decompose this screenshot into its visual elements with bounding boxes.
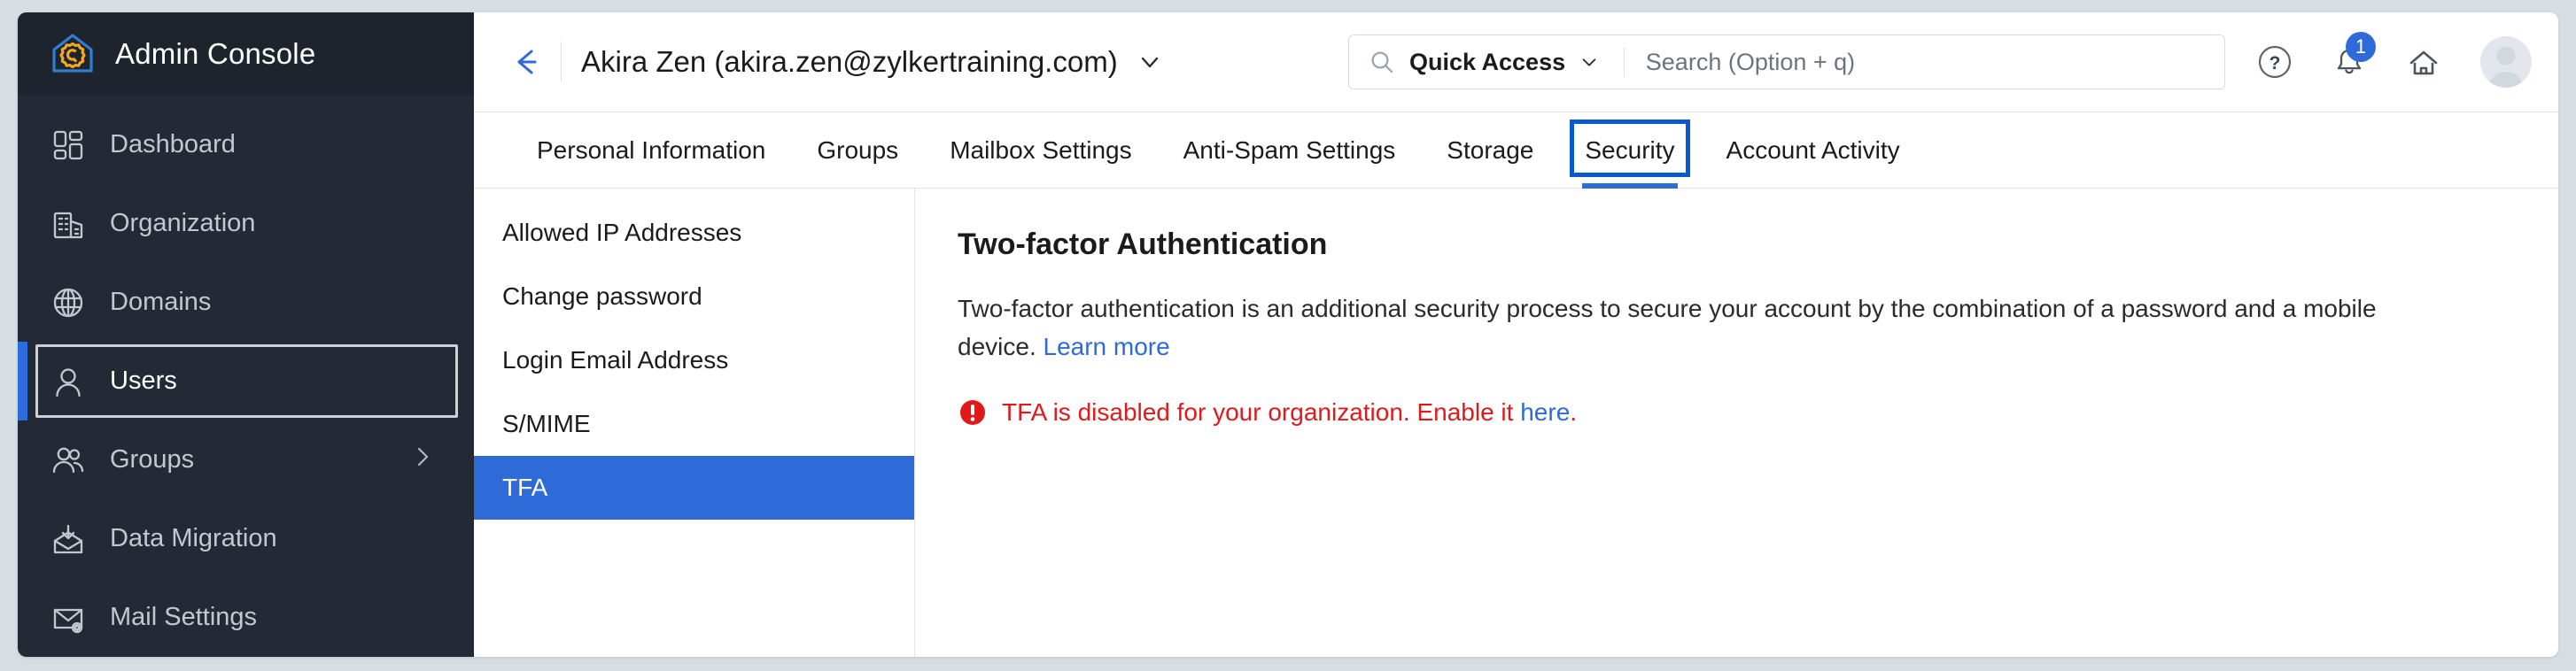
users-group-icon: [50, 442, 87, 479]
subnav-item-login-email-address[interactable]: Login Email Address: [474, 328, 914, 392]
page-description: Two-factor authentication is an addition…: [958, 290, 2446, 366]
account-title: Akira Zen (akira.zen@zylkertraining.com): [581, 45, 1118, 78]
brand-header: Admin Console: [18, 12, 474, 95]
content-body: Allowed IP Addresses Change password Login…: [474, 189, 2558, 657]
globe-icon: [50, 284, 87, 321]
subnav-item-label: Login Email Address: [502, 346, 729, 374]
search-input[interactable]: [1645, 48, 2205, 76]
learn-more-link[interactable]: Learn more: [1044, 333, 1170, 360]
sidebar-nav: Dashboard Organization Domains Users Groups D…: [18, 95, 474, 657]
sidebar-item-dashboard[interactable]: Dashboard: [18, 105, 474, 184]
subnav-item-label: TFA: [502, 474, 548, 501]
alert-message: TFA is disabled for your organization. E…: [1002, 398, 1577, 427]
tab-groups[interactable]: Groups: [791, 112, 924, 188]
alert-text-tail: .: [1570, 398, 1578, 427]
svg-text:?: ?: [2270, 53, 2281, 73]
tab-bar: Personal Information Groups Mailbox Settin…: [474, 112, 2558, 189]
quick-access-label[interactable]: Quick Access: [1409, 49, 1565, 76]
topbar-divider: [561, 42, 562, 82]
description-text: Two-factor authentication is an addition…: [958, 295, 2377, 360]
sidebar-item-users[interactable]: Users: [18, 342, 474, 420]
subnav-item-label: S/MIME: [502, 410, 591, 437]
tab-label: Anti-Spam Settings: [1183, 135, 1396, 164]
arrow-left-icon[interactable]: [499, 35, 554, 89]
subnav-item-change-password[interactable]: Change password: [474, 265, 914, 328]
alert-text-lead: TFA is disabled for your organization. E…: [1002, 398, 1521, 427]
sidebar-item-mail-settings[interactable]: Mail Settings: [18, 578, 474, 657]
notification-badge: 1: [2346, 32, 2376, 62]
tab-storage[interactable]: Storage: [1421, 112, 1559, 188]
sidebar-item-label: Mail Settings: [110, 603, 258, 631]
grid-dashboard-icon: [50, 127, 87, 164]
chevron-down-icon[interactable]: [1137, 50, 1162, 74]
chevron-down-icon[interactable]: [1579, 52, 1599, 72]
tab-mailbox-settings[interactable]: Mailbox Settings: [924, 112, 1157, 188]
question-circle-icon[interactable]: ?: [2254, 41, 2296, 83]
search-bar[interactable]: Quick Access: [1348, 35, 2225, 89]
content-panel: Two-factor Authentication Two-factor aut…: [915, 189, 2558, 657]
sidebar-item-label: Domains: [110, 288, 212, 316]
subnav-item-tfa[interactable]: TFA: [474, 456, 914, 520]
tab-anti-spam-settings[interactable]: Anti-Spam Settings: [1158, 112, 1422, 188]
search-divider: [1624, 47, 1625, 77]
sidebar-selection-outline: [35, 344, 458, 418]
tab-label: Account Activity: [1726, 135, 1900, 164]
page-title: Two-factor Authentication: [958, 228, 1328, 261]
building-icon: [50, 205, 87, 243]
tab-active-underline: [1582, 183, 1678, 189]
search-icon: [1369, 49, 1395, 75]
subnav-item-s-mime[interactable]: S/MIME: [474, 392, 914, 456]
sidebar-item-data-migration[interactable]: Data Migration: [18, 499, 474, 578]
sidebar-item-label: Organization: [110, 209, 256, 237]
sidebar-selection-accent: [18, 342, 27, 420]
envelope-gear-icon: [50, 599, 87, 636]
error-exclamation-icon: [958, 397, 988, 428]
tab-label: Storage: [1447, 135, 1534, 164]
chevron-right-icon[interactable]: [410, 444, 435, 476]
home-icon[interactable]: [2402, 41, 2445, 83]
user-icon: [50, 363, 87, 400]
sidebar-item-domains[interactable]: Domains: [18, 263, 474, 342]
sidebar-item-label: Data Migration: [110, 524, 277, 552]
tab-label: Groups: [817, 135, 899, 164]
sidebar-item-label: Users: [110, 366, 177, 395]
tab-account-activity[interactable]: Account Activity: [1701, 112, 1926, 188]
main-pane: Akira Zen (akira.zen@zylkertraining.com)…: [474, 12, 2558, 657]
sidebar: Admin Console Dashboard Organization Domai…: [18, 12, 474, 657]
subnav-item-allowed-ip-addresses[interactable]: Allowed IP Addresses: [474, 201, 914, 265]
topbar: Akira Zen (akira.zen@zylkertraining.com)…: [474, 12, 2558, 112]
enable-tfa-here-link[interactable]: here: [1520, 398, 1570, 426]
tab-label: Personal Information: [537, 135, 766, 164]
app-window: Admin Console Dashboard Organization Domai…: [18, 12, 2558, 657]
desktop-background: Admin Console Dashboard Organization Domai…: [0, 0, 2576, 671]
subnav-item-label: Change password: [502, 282, 702, 310]
tab-personal-information[interactable]: Personal Information: [511, 112, 791, 188]
subnav-item-label: Allowed IP Addresses: [502, 219, 742, 246]
tfa-disabled-alert: TFA is disabled for your organization. E…: [958, 397, 2558, 428]
tab-label: Mailbox Settings: [950, 135, 1132, 164]
brand-title: Admin Console: [115, 36, 316, 70]
security-subnav: Allowed IP Addresses Change password Login…: [474, 189, 915, 657]
tab-security[interactable]: Security: [1559, 112, 1700, 189]
sidebar-item-label: Dashboard: [110, 130, 236, 158]
avatar[interactable]: [2480, 36, 2532, 88]
house-gear-icon: [50, 31, 96, 77]
envelope-download-icon: [50, 521, 87, 558]
topbar-icon-group: ? 1: [2254, 32, 2532, 88]
sidebar-item-organization[interactable]: Organization: [18, 184, 474, 263]
sidebar-item-groups[interactable]: Groups: [18, 420, 474, 499]
tab-label: Security: [1585, 135, 1675, 164]
bell-icon[interactable]: 1: [2328, 32, 2376, 83]
sidebar-item-label: Groups: [110, 445, 195, 474]
